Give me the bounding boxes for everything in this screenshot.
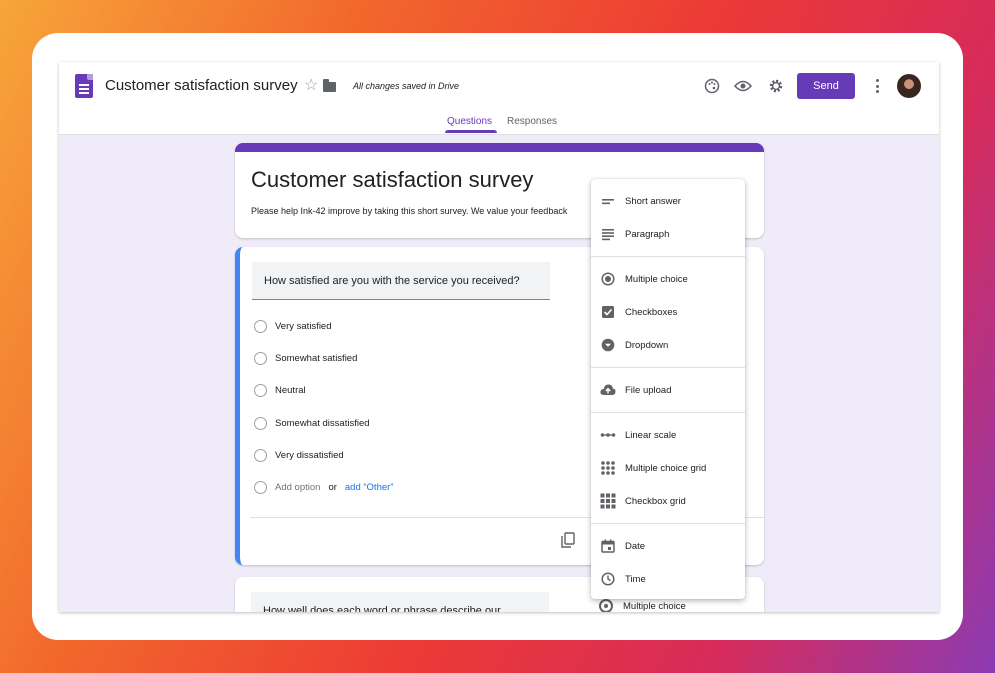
list-item[interactable]: Somewhat dissatisfied [254, 415, 370, 431]
radio-icon [254, 480, 267, 494]
question-2-title[interactable]: How well does each word or phrase descri… [251, 592, 549, 612]
option-label[interactable]: Very dissatisfied [275, 450, 344, 461]
radio-icon [254, 319, 267, 333]
question-type-menu: Short answer Paragraph Multiple choice C… [591, 179, 745, 599]
menu-divider [591, 523, 745, 524]
radio-checked-icon [599, 599, 613, 612]
tab-questions[interactable]: Questions [447, 116, 492, 127]
short-text-icon [600, 193, 616, 209]
menu-item-checkboxes[interactable]: Checkboxes [591, 297, 745, 327]
clock-icon [600, 571, 616, 587]
menu-divider [591, 412, 745, 413]
form-description[interactable]: Please help Ink-42 improve by taking thi… [251, 206, 591, 216]
option-label[interactable]: Somewhat satisfied [275, 353, 357, 364]
option-label[interactable]: Neutral [275, 385, 306, 396]
dropdown-icon [600, 337, 616, 353]
cloud-upload-icon [600, 382, 616, 398]
active-tab-indicator [445, 130, 497, 133]
folder-icon[interactable] [323, 79, 336, 92]
option-label[interactable]: Somewhat dissatisfied [275, 418, 370, 429]
avatar[interactable] [897, 74, 921, 98]
menu-item-date[interactable]: Date [591, 531, 745, 561]
checkbox-icon [600, 304, 616, 320]
list-item[interactable]: Somewhat satisfied [254, 350, 357, 366]
top-bar: Customer satisfaction survey ☆ All chang… [59, 62, 939, 135]
menu-item-short-answer[interactable]: Short answer [591, 186, 745, 216]
form-title[interactable]: Customer satisfaction survey [251, 167, 533, 193]
add-option-row: Add option or add “Other” [254, 479, 393, 495]
menu-item-file-upload[interactable]: File upload [591, 375, 745, 405]
star-icon[interactable]: ☆ [304, 75, 318, 95]
radio-icon [254, 351, 267, 365]
preview-eye-icon[interactable] [732, 75, 754, 97]
menu-item-checkbox-grid[interactable]: Checkbox grid [591, 486, 745, 516]
menu-item-linear-scale[interactable]: Linear scale [591, 420, 745, 450]
more-vert-icon[interactable] [871, 77, 883, 95]
menu-item-multiple-choice[interactable]: Multiple choice [591, 264, 745, 294]
radio-icon [254, 416, 267, 430]
settings-gear-icon[interactable] [765, 75, 787, 97]
calendar-icon [600, 538, 616, 554]
or-text: or [328, 481, 337, 493]
menu-item-dropdown[interactable]: Dropdown [591, 330, 745, 360]
option-label[interactable]: Very satisfied [275, 321, 332, 332]
duplicate-icon[interactable] [561, 532, 575, 548]
forms-app-window: Customer satisfaction survey ☆ All chang… [59, 62, 939, 612]
tab-responses[interactable]: Responses [507, 116, 557, 127]
linear-scale-icon [600, 427, 616, 443]
question-title-input[interactable]: How satisfied are you with the service y… [252, 262, 550, 300]
list-item[interactable]: Neutral [254, 382, 306, 398]
menu-item-paragraph[interactable]: Paragraph [591, 219, 745, 249]
menu-divider [591, 367, 745, 368]
send-button[interactable]: Send [797, 73, 855, 99]
add-option-input[interactable]: Add option [275, 482, 320, 493]
dot-grid-icon [600, 460, 616, 476]
list-item[interactable]: Very dissatisfied [254, 447, 344, 463]
radio-icon [254, 383, 267, 397]
palette-icon[interactable] [701, 75, 723, 97]
question-type-select[interactable]: Multiple choice [599, 599, 686, 612]
document-title[interactable]: Customer satisfaction survey [105, 77, 298, 94]
paragraph-icon [600, 226, 616, 242]
menu-item-multiple-choice-grid[interactable]: Multiple choice grid [591, 453, 745, 483]
question-type-label: Multiple choice [623, 600, 686, 612]
menu-divider [591, 256, 745, 257]
menu-item-time[interactable]: Time [591, 564, 745, 594]
add-other-link[interactable]: add “Other” [345, 482, 394, 493]
list-item[interactable]: Very satisfied [254, 318, 332, 334]
google-forms-logo-icon[interactable] [75, 74, 93, 98]
radio-checked-icon [600, 271, 616, 287]
save-status: All changes saved in Drive [353, 81, 460, 91]
checkbox-grid-icon [600, 493, 616, 509]
radio-icon [254, 448, 267, 462]
